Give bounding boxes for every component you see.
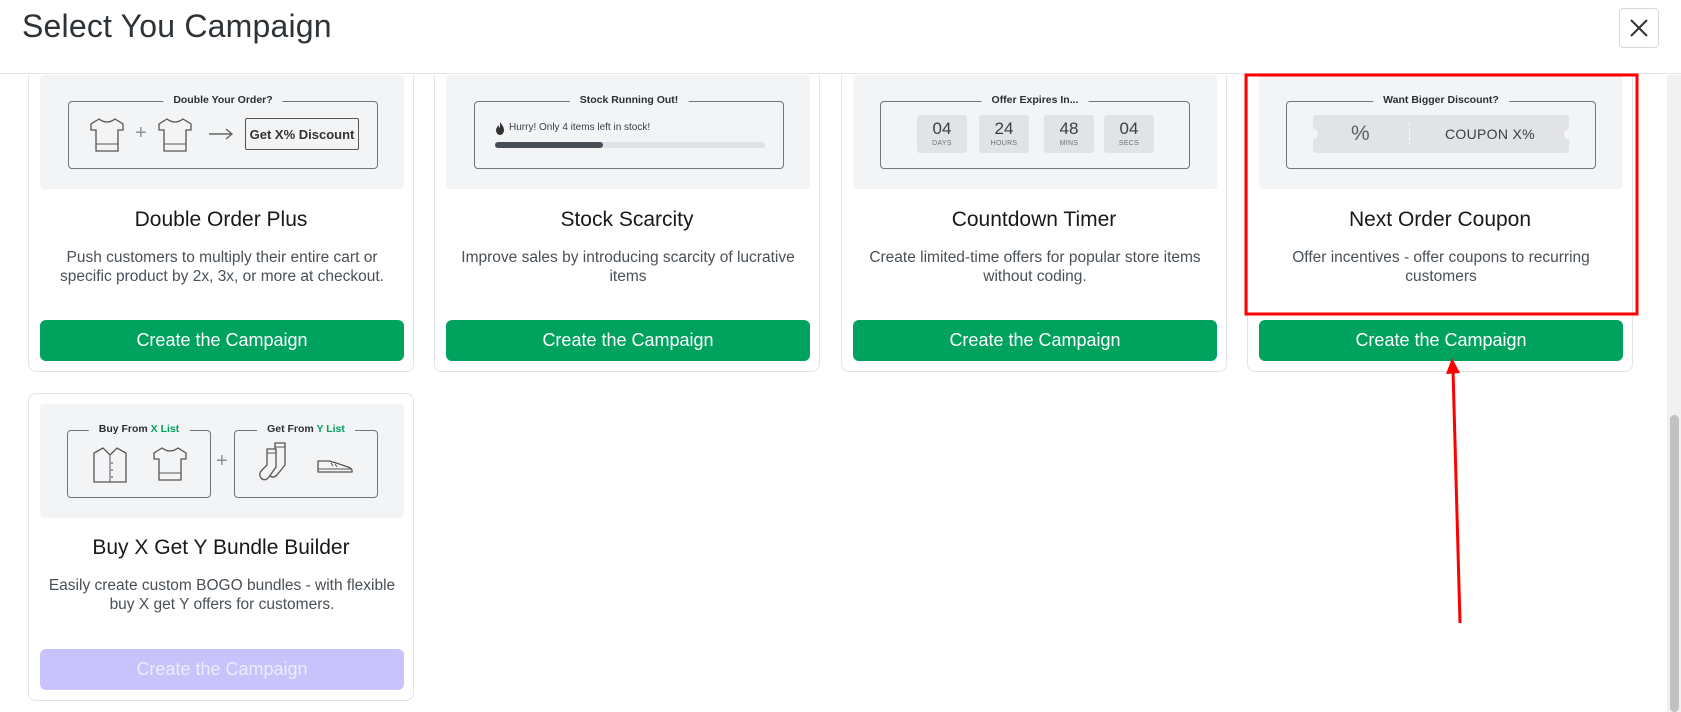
preview-frame: Stock Running Out! Hurry! Only 4 items l… (474, 94, 784, 169)
percent-icon: % (1351, 122, 1370, 145)
campaign-card-next-order-coupon: Want Bigger Discount? % COUPON X% Next O… (1247, 75, 1633, 372)
card-title: Next Order Coupon (1348, 208, 1532, 231)
card-title: Double Order Plus (134, 208, 308, 231)
countdown-value: 24 (994, 119, 1014, 138)
countdown-unit: SECS (1118, 140, 1140, 147)
preview-label: Want Bigger Discount? (1373, 94, 1509, 106)
create-campaign-button-disabled: Create the Campaign (40, 649, 404, 690)
card-description: Improve sales by introducing scarcity of… (461, 249, 795, 285)
plus-icon: + (135, 122, 147, 144)
buy-prefix: Buy From (98, 423, 151, 435)
ticket-notch (1564, 129, 1574, 139)
countdown-unit: HOURS (990, 140, 1018, 147)
coupon-code: COUPON X% (1445, 126, 1535, 142)
shirt-icon (93, 447, 127, 483)
fire-icon (496, 122, 504, 135)
card-title: Stock Scarcity (560, 208, 694, 231)
ticket-divider (1409, 123, 1410, 145)
buy-list-frame: Buy From X List (67, 423, 211, 498)
create-campaign-button[interactable]: Create the Campaign (1259, 320, 1623, 361)
socks-icon (259, 442, 286, 481)
campaign-card-bxgy: Buy From X List + Get From Y List Buy X … (28, 393, 414, 701)
card-description: Easily create custom BOGO bundles - with… (48, 577, 396, 613)
create-campaign-button[interactable]: Create the Campaign (446, 320, 810, 361)
discount-box: Get X% Discount (245, 118, 359, 150)
card-title: Buy X Get Y Bundle Builder (92, 536, 350, 559)
countdown-mins: 48 MINS (1044, 115, 1094, 153)
ticket-notch (1308, 129, 1318, 139)
stock-progress-track (495, 142, 765, 148)
close-button[interactable] (1619, 8, 1659, 48)
get-list-label: Get From Y List (257, 423, 355, 435)
buy-highlight: X List (150, 423, 180, 435)
tshirt-icon (153, 447, 187, 481)
preview-coupon: Want Bigger Discount? % COUPON X% (1259, 75, 1623, 189)
create-campaign-button[interactable]: Create the Campaign (40, 320, 404, 361)
preview-frame: Double Your Order? + Get X% Discount (68, 94, 378, 169)
stock-message: Hurry! Only 4 items left in stock! (509, 122, 651, 133)
countdown-value: 48 (1059, 119, 1079, 138)
campaign-card-countdown: Offer Expires In... 04 DAYS 24 HOURS 48 … (841, 75, 1227, 372)
campaign-grid: Double Your Order? + Get X% Discount Dou… (0, 75, 1681, 712)
card-description: Push customers to multiply their entire … (60, 249, 384, 285)
get-highlight: Y List (316, 423, 345, 435)
arrow-right-icon (209, 128, 234, 140)
preview-stock-scarcity: Stock Running Out! Hurry! Only 4 items l… (446, 75, 810, 189)
card-description: Create limited-time offers for popular s… (869, 249, 1201, 285)
preview-frame: Offer Expires In... 04 DAYS 24 HOURS 48 … (880, 94, 1190, 169)
close-icon (1630, 19, 1648, 37)
preview-countdown: Offer Expires In... 04 DAYS 24 HOURS 48 … (853, 75, 1217, 189)
countdown-value: 04 (1119, 119, 1139, 138)
scrollbar-thumb[interactable] (1670, 415, 1679, 712)
countdown-value: 04 (932, 119, 952, 138)
countdown-secs: 04 SECS (1104, 115, 1154, 153)
shoe-icon (317, 460, 353, 473)
card-description: Offer incentives - offer coupons to recu… (1292, 249, 1590, 285)
coupon-ticket: % COUPON X% (1308, 115, 1574, 153)
campaign-card-double-order: Double Your Order? + Get X% Discount Dou… (28, 75, 414, 372)
modal-title: Select You Campaign (22, 8, 332, 44)
discount-label: Get X% Discount (249, 126, 355, 142)
card-title: Countdown Timer (951, 208, 1117, 231)
scrollbar[interactable] (1667, 75, 1681, 712)
campaign-card-stock-scarcity: Stock Running Out! Hurry! Only 4 items l… (434, 75, 820, 372)
buy-list-label: Buy From X List (88, 423, 190, 435)
preview-double-order: Double Your Order? + Get X% Discount (40, 75, 404, 189)
countdown-days: 04 DAYS (917, 115, 967, 153)
preview-frame: Want Bigger Discount? % COUPON X% (1286, 94, 1596, 169)
tshirt-icon (90, 118, 124, 152)
countdown-hours: 24 HOURS (979, 115, 1029, 153)
plus-icon: + (216, 450, 228, 472)
preview-label: Stock Running Out! (569, 94, 689, 106)
countdown-unit: MINS (1059, 140, 1079, 147)
create-campaign-button[interactable]: Create the Campaign (853, 320, 1217, 361)
get-prefix: Get From (267, 423, 317, 435)
preview-label: Double Your Order? (163, 94, 283, 106)
countdown-unit: DAYS (932, 140, 952, 147)
stock-progress-fill (495, 142, 603, 148)
modal-header: Select You Campaign (0, 0, 1681, 74)
preview-label: Offer Expires In... (981, 94, 1089, 106)
preview-bxgy: Buy From X List + Get From Y List (40, 404, 404, 518)
get-list-frame: Get From Y List (234, 423, 378, 498)
tshirt-icon (158, 118, 192, 152)
